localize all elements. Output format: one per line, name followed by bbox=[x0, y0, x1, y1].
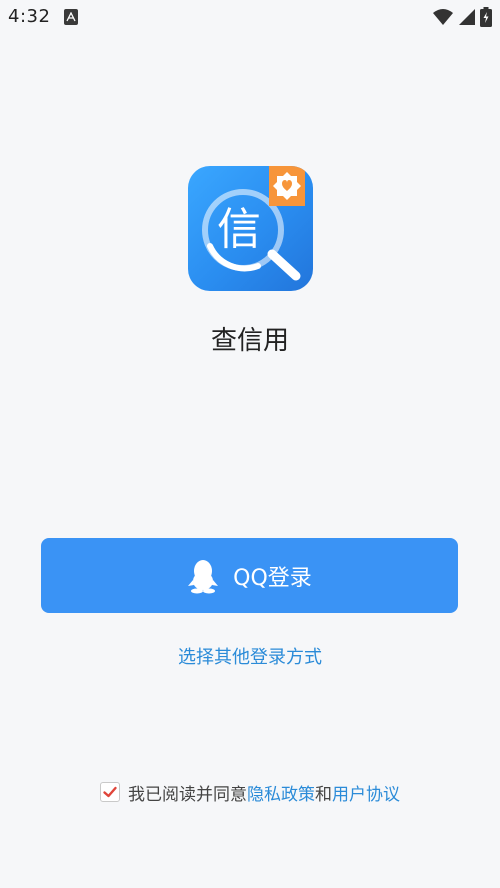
app-name: 查信用 bbox=[210, 326, 289, 356]
wifi-icon bbox=[433, 9, 453, 25]
agreement-prefix: 我已阅读并同意 bbox=[128, 784, 247, 805]
privacy-policy-link[interactable]: 隐私政策 bbox=[247, 780, 315, 805]
verified-badge-icon bbox=[269, 166, 305, 206]
qq-login-label: QQ登录 bbox=[233, 565, 312, 591]
status-time: 4:32 bbox=[8, 6, 51, 27]
a-notification-icon bbox=[64, 9, 78, 25]
status-bar: 4:32 bbox=[0, 0, 500, 36]
agreement-row: 我已阅读并同意 隐私政策 和 用户协议 bbox=[0, 779, 500, 805]
agreement-conjunction: 和 bbox=[315, 784, 332, 805]
logo-character: 信 bbox=[217, 204, 261, 255]
other-login-link[interactable]: 选择其他登录方式 bbox=[0, 643, 500, 669]
battery-charging-icon bbox=[480, 7, 492, 27]
signal-icon bbox=[459, 9, 475, 25]
qq-login-button[interactable]: QQ登录 bbox=[41, 538, 458, 613]
user-agreement-link[interactable]: 用户协议 bbox=[332, 780, 400, 805]
status-icons bbox=[432, 6, 492, 28]
check-icon bbox=[103, 786, 117, 798]
login-screen: 4:32 信 查信用 QQ登录 选择其他登录方式 我已阅读并同意 隐私政策 和 … bbox=[0, 0, 500, 888]
agree-checkbox[interactable] bbox=[100, 782, 120, 802]
app-logo: 信 bbox=[188, 166, 313, 291]
qq-penguin-icon bbox=[188, 559, 219, 593]
